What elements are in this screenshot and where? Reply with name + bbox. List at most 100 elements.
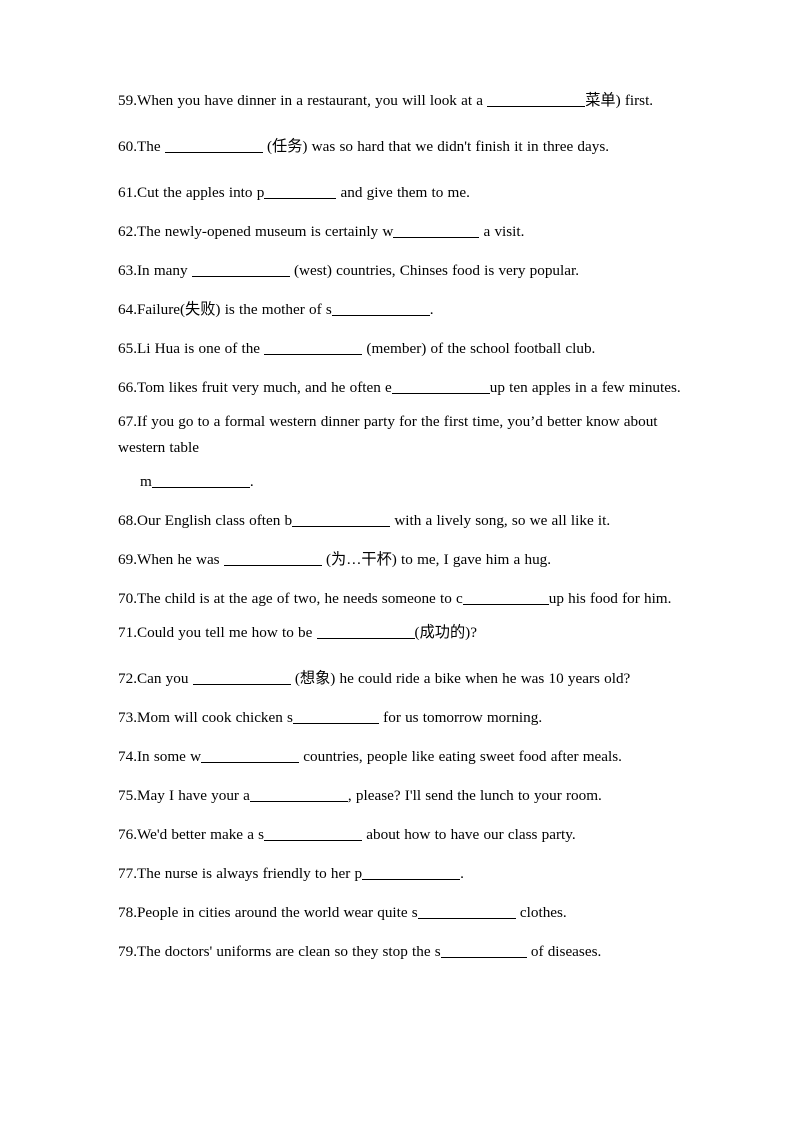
- question-text: We'd better make a s: [136, 826, 265, 843]
- question-item: 75.May I have your a , please? I'll send …: [118, 783, 692, 809]
- question-number: 76.: [118, 826, 137, 843]
- question-item: 79.The doctors' uniforms are clean so th…: [118, 939, 692, 965]
- answer-blank[interactable]: [417, 903, 516, 919]
- question-text: Can you: [136, 670, 193, 687]
- question-text: Our English class often b: [136, 512, 293, 529]
- question-number: 63.: [118, 262, 137, 279]
- question-item: 77.The nurse is always friendly to her p…: [118, 861, 692, 887]
- question-item: 68.Our English class often b with a live…: [118, 508, 692, 534]
- question-number: 68.: [118, 512, 137, 529]
- answer-blank[interactable]: [292, 511, 391, 527]
- question-text: Failure(失败) is the mother of s: [136, 301, 332, 318]
- answer-blank[interactable]: [151, 472, 250, 488]
- question-item: 63.In many (west) countries, Chinses foo…: [118, 258, 692, 284]
- question-number: 79.: [118, 943, 137, 960]
- answer-blank[interactable]: [440, 942, 527, 958]
- question-text: When he was: [136, 551, 224, 568]
- question-number: 67.: [118, 413, 137, 430]
- question-text: about how to have our class party.: [362, 826, 576, 843]
- question-text: The newly-opened museum is certainly w: [136, 223, 394, 240]
- question-number: 77.: [118, 865, 137, 882]
- question-text: (member) of the school football club.: [362, 340, 596, 357]
- question-item: 69.When he was (为…干杯) to me, I gave him …: [118, 547, 692, 573]
- question-number: 65.: [118, 340, 137, 357]
- question-number: 70.: [118, 590, 137, 607]
- question-text: , please? I'll send the lunch to your ro…: [347, 787, 602, 804]
- question-text: Li Hua is one of the: [136, 340, 265, 357]
- question-text: The child is at the age of two, he needs…: [136, 590, 463, 607]
- worksheet-page: 59.When you have dinner in a restaurant,…: [0, 0, 794, 1123]
- question-text: up ten apples in a few minutes.: [489, 379, 681, 396]
- answer-blank[interactable]: [362, 864, 461, 880]
- question-item: 74.In some w countries, people like eati…: [118, 744, 692, 770]
- answer-blank[interactable]: [264, 183, 337, 199]
- answer-blank[interactable]: [391, 378, 490, 394]
- answer-blank[interactable]: [393, 222, 480, 238]
- question-text: m: [140, 473, 152, 490]
- question-text: clothes.: [515, 904, 567, 921]
- answer-blank[interactable]: [201, 747, 300, 763]
- question-number: 66.: [118, 379, 137, 396]
- question-item: 62.The newly-opened museum is certainly …: [118, 219, 692, 245]
- question-text: In some w: [136, 748, 202, 765]
- question-item: 70.The child is at the age of two, he ne…: [118, 586, 692, 612]
- question-text: a visit.: [479, 223, 525, 240]
- answer-blank[interactable]: [249, 786, 348, 802]
- question-item: 78.People in cities around the world wea…: [118, 900, 692, 926]
- question-text: 菜单) first.: [585, 92, 654, 109]
- question-text: People in cities around the world wear q…: [136, 904, 418, 921]
- answer-blank[interactable]: [487, 91, 586, 107]
- question-text: May I have your a: [136, 787, 250, 804]
- answer-blank[interactable]: [192, 669, 291, 685]
- question-text: The: [136, 138, 165, 155]
- question-text: The doctors' uniforms are clean so they …: [136, 943, 441, 960]
- question-text: .: [460, 865, 464, 882]
- question-text: (任务) was so hard that we didn't finish i…: [262, 138, 610, 155]
- question-text: The nurse is always friendly to her p: [136, 865, 363, 882]
- question-text: for us tomorrow morning.: [378, 709, 543, 726]
- question-number: 74.: [118, 748, 137, 765]
- answer-blank[interactable]: [164, 137, 263, 153]
- question-item: 64.Failure(失败) is the mother of s.: [118, 297, 692, 323]
- question-text: Tom likes fruit very much, and he often …: [136, 379, 392, 396]
- question-text: of diseases.: [526, 943, 602, 960]
- question-text: with a lively song, so we all like it.: [390, 512, 611, 529]
- question-number: 78.: [118, 904, 137, 921]
- question-number: 61.: [118, 184, 137, 201]
- question-item: 59.When you have dinner in a restaurant,…: [118, 88, 692, 114]
- question-text: .: [429, 301, 434, 318]
- question-text: countries, people like eating sweet food…: [299, 748, 622, 765]
- question-number: 64.: [118, 301, 137, 318]
- answer-blank[interactable]: [292, 708, 379, 724]
- question-item: 71.Could you tell me how to be (成功的)?: [118, 620, 692, 646]
- question-item: 60.The (任务) was so hard that we didn't f…: [118, 134, 692, 160]
- question-number: 75.: [118, 787, 137, 804]
- question-number: 73.: [118, 709, 137, 726]
- answer-blank[interactable]: [264, 339, 363, 355]
- answer-blank[interactable]: [462, 589, 549, 605]
- question-text: If you go to a formal western dinner par…: [118, 413, 658, 456]
- question-text: Could you tell me how to be: [136, 624, 317, 641]
- question-text: (west) countries, Chinses food is very p…: [289, 262, 579, 279]
- answer-blank[interactable]: [316, 623, 415, 639]
- question-item: 76.We'd better make a s about how to hav…: [118, 822, 692, 848]
- question-number: 71.: [118, 624, 137, 641]
- exercise-list: 59.When you have dinner in a restaurant,…: [118, 88, 692, 965]
- question-item: 61.Cut the apples into p and give them t…: [118, 180, 692, 206]
- question-number: 59.: [118, 92, 137, 109]
- question-text: When you have dinner in a restaurant, yo…: [136, 92, 488, 109]
- answer-blank[interactable]: [223, 550, 322, 566]
- answer-blank[interactable]: [191, 261, 290, 277]
- answer-blank[interactable]: [331, 300, 430, 316]
- question-continuation: m.: [118, 469, 692, 495]
- question-text: (为…干杯) to me, I gave him a hug.: [321, 551, 552, 568]
- question-text: (想象) he could ride a bike when he was 10…: [290, 670, 631, 687]
- answer-blank[interactable]: [264, 825, 363, 841]
- question-item: 72.Can you (想象) he could ride a bike whe…: [118, 666, 692, 692]
- question-item: 65.Li Hua is one of the (member) of the …: [118, 336, 692, 362]
- question-text: Mom will cook chicken s: [136, 709, 293, 726]
- question-number: 69.: [118, 551, 137, 568]
- question-text: and give them to me.: [336, 184, 470, 201]
- question-item: 66.Tom likes fruit very much, and he oft…: [118, 375, 692, 401]
- question-number: 72.: [118, 670, 137, 687]
